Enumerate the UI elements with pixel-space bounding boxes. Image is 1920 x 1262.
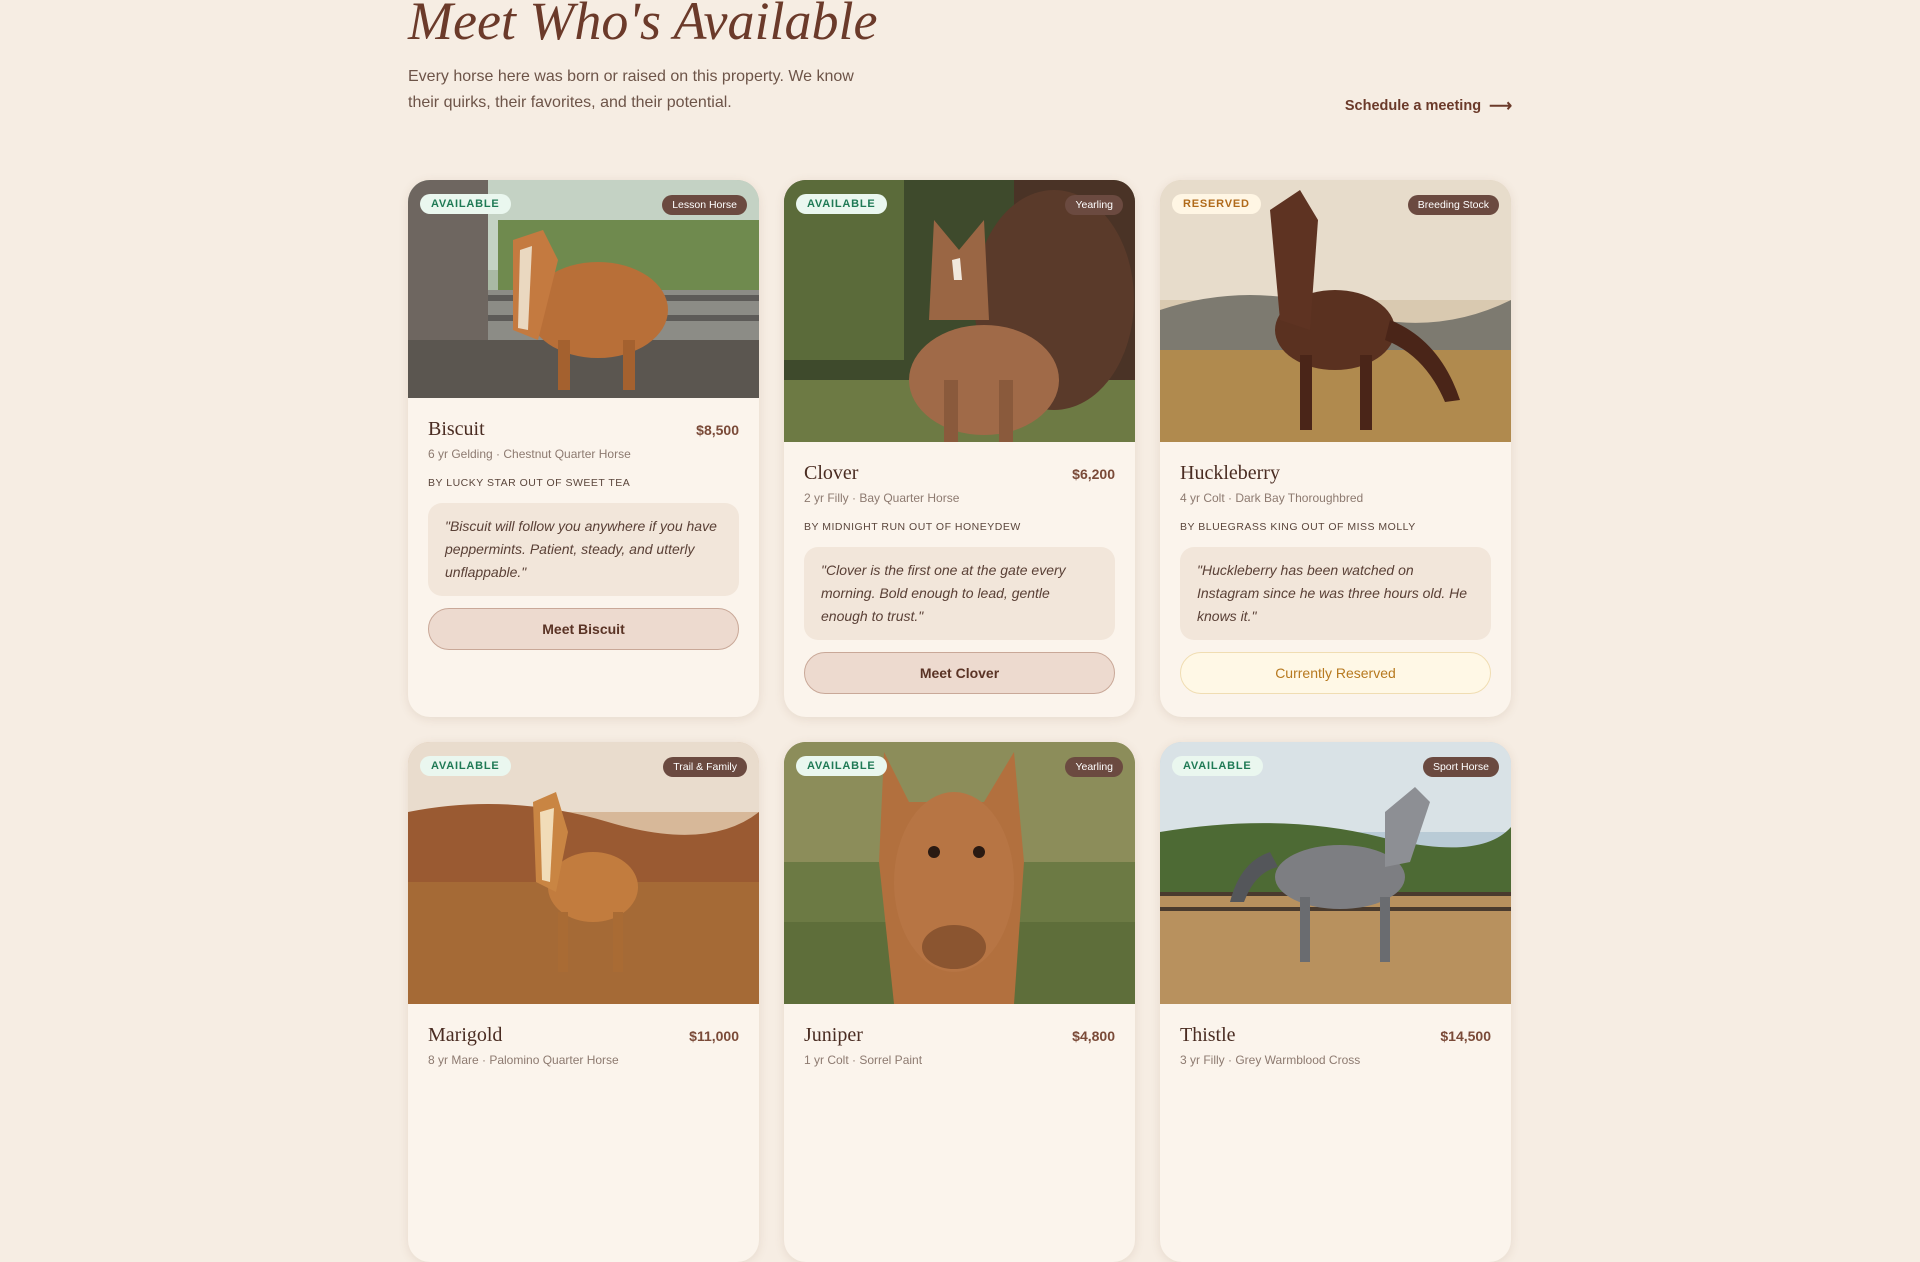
horse-name: Clover [804, 462, 859, 484]
horse-quote: "Huckleberry has been watched on Instagr… [1180, 547, 1491, 640]
horse-quote: "Clover is the first one at the gate eve… [804, 547, 1115, 640]
horse-name: Huckleberry [1180, 462, 1280, 484]
horse-card-clover: AVAILABLE Yearling Clover $6,200 2 yr Fi… [784, 180, 1135, 717]
arrow-right-icon: ⟶ [1489, 98, 1512, 115]
horse-meta: 6 yr Gelding · Chestnut Quarter Horse [428, 447, 631, 461]
horse-photo: AVAILABLE Trail & Family [408, 742, 759, 1004]
category-badge: Lesson Horse [662, 195, 747, 215]
horse-price: $6,200 [1072, 466, 1115, 482]
horse-photo-image [408, 742, 759, 1004]
horse-meta: 3 yr Filly · Grey Warmblood Cross [1180, 1053, 1361, 1067]
horse-name: Thistle [1180, 1024, 1236, 1046]
horse-meta: 4 yr Colt · Dark Bay Thoroughbred [1180, 491, 1364, 505]
page-subtitle: Every horse here was born or raised on t… [408, 68, 854, 111]
page-title: Meet Who's Available [408, 0, 878, 51]
horse-photo-image [784, 742, 1135, 1004]
horse-card-juniper: AVAILABLE Yearling Juniper $4,800 1 yr C… [784, 742, 1135, 1262]
horse-photo: AVAILABLE Yearling [784, 180, 1135, 442]
horse-quote: "Biscuit will follow you anywhere if you… [428, 503, 739, 596]
horse-pedigree: BY LUCKY STAR OUT OF SWEET TEA [428, 477, 631, 489]
status-badge: AVAILABLE [796, 194, 887, 214]
horse-price: $4,800 [1072, 1028, 1115, 1044]
horse-price: $14,500 [1440, 1028, 1491, 1044]
horse-photo: RESERVED Breeding Stock [1160, 180, 1511, 442]
horse-photo: AVAILABLE Lesson Horse [408, 180, 759, 398]
horse-photo-image [784, 180, 1135, 442]
horse-pedigree: BY BLUEGRASS KING OUT OF MISS MOLLY [1180, 521, 1416, 533]
schedule-meeting-link[interactable]: Schedule a meeting ⟶ [1345, 96, 1512, 116]
category-badge: Yearling [1065, 195, 1123, 215]
category-badge: Trail & Family [663, 757, 747, 777]
horse-photo: AVAILABLE Sport Horse [1160, 742, 1511, 1004]
category-badge: Breeding Stock [1407, 195, 1499, 215]
meet-horse-button[interactable]: Meet Biscuit [428, 608, 739, 650]
horse-meta: 1 yr Colt · Sorrel Paint [804, 1053, 923, 1067]
horse-meta: 8 yr Mare · Palomino Quarter Horse [428, 1053, 619, 1067]
horse-card-thistle: AVAILABLE Sport Horse Thistle $14,500 3 … [1160, 742, 1511, 1262]
horse-card-biscuit: AVAILABLE Lesson Horse Biscuit $8,500 6 … [408, 180, 759, 717]
horse-meta: 2 yr Filly · Bay Quarter Horse [804, 491, 960, 505]
currently-reserved-button[interactable]: Currently Reserved [1180, 652, 1491, 694]
status-badge: AVAILABLE [420, 756, 511, 776]
horse-name: Marigold [428, 1024, 503, 1046]
horse-name: Juniper [804, 1024, 863, 1046]
category-badge: Yearling [1065, 757, 1123, 777]
status-badge: AVAILABLE [796, 756, 887, 776]
available-horses-section: Meet Who's Available Every horse here wa… [408, 0, 1512, 1262]
status-badge: AVAILABLE [420, 194, 511, 214]
horse-price: $8,500 [696, 422, 739, 438]
horse-photo-image [1160, 180, 1511, 442]
horse-price: $11,000 [689, 1028, 739, 1044]
horse-pedigree: BY MIDNIGHT RUN OUT OF HONEYDEW [804, 521, 1021, 533]
status-badge: RESERVED [1172, 194, 1261, 214]
status-badge: AVAILABLE [1172, 756, 1263, 776]
horse-grid: AVAILABLE Lesson Horse Biscuit $8,500 6 … [408, 180, 1512, 1262]
horse-photo-image [1160, 742, 1511, 1004]
horse-card-marigold: AVAILABLE Trail & Family Marigold $11,00… [408, 742, 759, 1262]
horse-card-huckleberry: RESERVED Breeding Stock Huckleberry 4 yr… [1160, 180, 1511, 717]
horse-photo: AVAILABLE Yearling [784, 742, 1135, 1004]
schedule-meeting-label: Schedule a meeting [1344, 98, 1482, 114]
meet-horse-button[interactable]: Meet Clover [804, 652, 1115, 694]
category-badge: Sport Horse [1422, 757, 1499, 777]
horse-name: Biscuit [428, 418, 485, 440]
